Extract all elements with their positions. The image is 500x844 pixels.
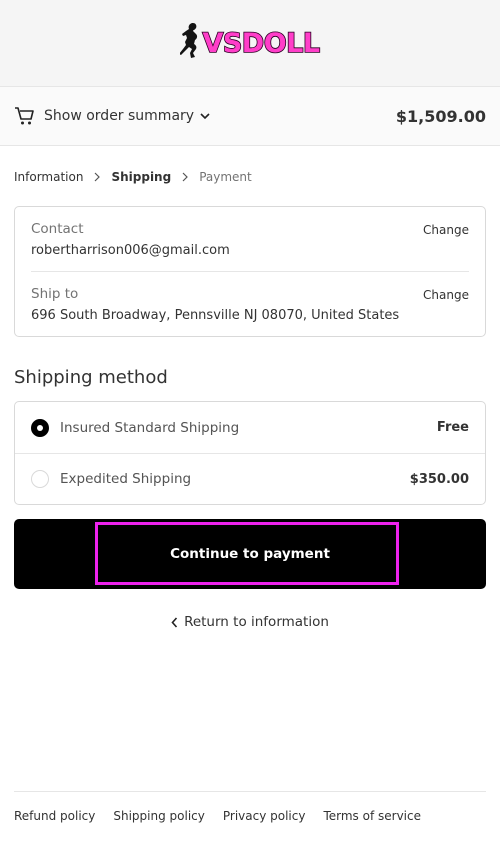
change-contact-link[interactable]: Change [423, 223, 469, 237]
breadcrumb-information[interactable]: Information [14, 170, 83, 184]
contact-row: Contact robertharrison006@gmail.com Chan… [31, 207, 469, 271]
shipping-option-expedited[interactable]: Expedited Shipping $350.00 [15, 453, 485, 504]
privacy-policy-link[interactable]: Privacy policy [223, 809, 306, 823]
refund-policy-link[interactable]: Refund policy [14, 809, 95, 823]
continue-to-payment-button[interactable]: Continue to payment [14, 519, 486, 589]
return-to-information-link[interactable]: Return to information [0, 614, 500, 630]
contact-label: Contact [31, 221, 84, 237]
terms-of-service-link[interactable]: Terms of service [323, 809, 421, 823]
contact-value: robertharrison006@gmail.com [31, 243, 230, 258]
review-block: Contact robertharrison006@gmail.com Chan… [14, 206, 486, 337]
chevron-right-icon [182, 172, 189, 182]
shipping-option-price: $350.00 [409, 471, 469, 487]
policy-footer: Refund policy Shipping policy Privacy po… [14, 791, 486, 823]
chevron-right-icon [95, 172, 101, 182]
breadcrumb: Information Shipping Payment [0, 170, 500, 184]
shipping-options: Insured Standard Shipping Free Expedited… [14, 401, 486, 505]
chevron-left-icon [171, 616, 178, 628]
breadcrumb-payment: Payment [199, 170, 252, 184]
cart-icon [15, 107, 34, 125]
order-summary-label[interactable]: Show order summary [44, 108, 194, 124]
return-link-label: Return to information [184, 614, 329, 630]
shipping-option-name: Expedited Shipping [60, 471, 192, 487]
breadcrumb-shipping: Shipping [111, 170, 172, 184]
ship-to-row: Ship to 696 South Broadway, Pennsville N… [31, 271, 469, 336]
brand-logo[interactable]: VSDOLL [180, 22, 321, 64]
continue-button-label: Continue to payment [170, 546, 330, 562]
ship-to-label: Ship to [31, 286, 79, 302]
shipping-policy-link[interactable]: Shipping policy [113, 809, 205, 823]
site-header: VSDOLL [0, 0, 500, 87]
radio-standard[interactable] [31, 418, 49, 437]
order-summary-toggle[interactable]: Show order summary $1,509.00 [0, 87, 500, 146]
silhouette-icon [180, 23, 198, 58]
shipping-option-standard[interactable]: Insured Standard Shipping Free [15, 402, 485, 453]
shipping-option-name: Insured Standard Shipping [60, 419, 240, 436]
ship-to-value: 696 South Broadway, Pennsville NJ 08070,… [31, 308, 400, 323]
change-ship-to-link[interactable]: Change [423, 288, 469, 302]
order-total: $1,509.00 [395, 106, 486, 126]
chevron-down-icon [200, 113, 210, 120]
brand-name: VSDOLL [202, 27, 321, 60]
radio-expedited[interactable] [31, 470, 49, 488]
shipping-option-price: Free [436, 420, 469, 435]
shipping-method-title: Shipping method [14, 367, 168, 388]
